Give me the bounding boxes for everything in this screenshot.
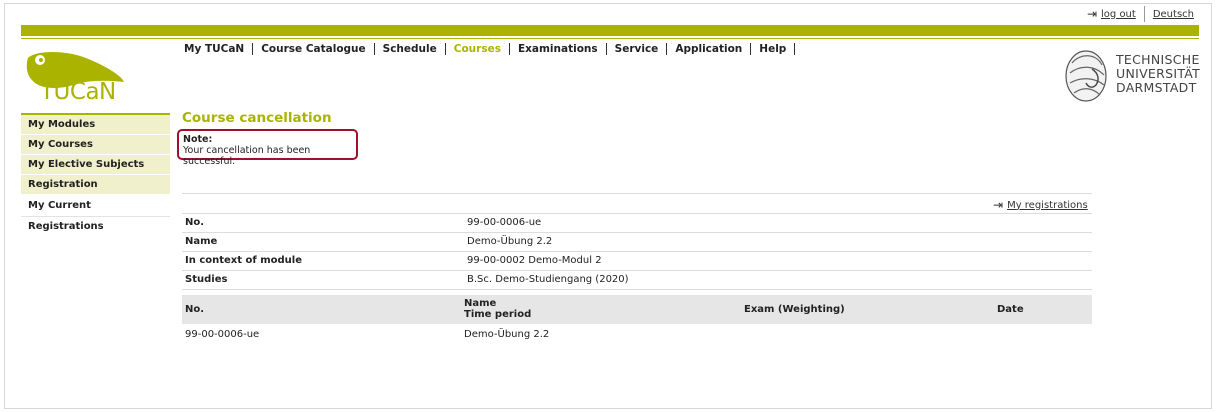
university-logo[interactable]: TECHNISCHE UNIVERSITÄT DARMSTADT (1062, 49, 1202, 103)
top-bar: ⇥ log out Deutsch (1087, 6, 1194, 22)
header-name: Name (464, 298, 497, 309)
nav-divider (508, 43, 510, 55)
nav-examinations[interactable]: Examinations (518, 43, 598, 55)
top-bar-divider (1143, 6, 1145, 22)
nav-divider (252, 43, 254, 55)
my-registrations-link[interactable]: My registrations (1007, 200, 1088, 211)
language-link[interactable]: Deutsch (1153, 9, 1194, 20)
nav-my-tucan[interactable]: My TUCaN (184, 43, 244, 55)
nav-help[interactable]: Help (759, 43, 786, 55)
info-row: In context of module 99-00-0002 Demo-Mod… (182, 251, 1092, 270)
cancellation-note: Note: Your cancellation has been success… (177, 129, 358, 167)
sidebar-item-my-current-registrations[interactable]: My Current Registrations (21, 195, 170, 232)
link-arrow-icon: ⇥ (993, 198, 1004, 212)
note-label: Note: (183, 134, 213, 145)
nav-service[interactable]: Service (615, 43, 659, 55)
logout-link[interactable]: log out (1101, 9, 1136, 20)
nav-divider (794, 43, 796, 55)
row-name: Demo-Übung 2.2 (464, 329, 550, 340)
nav-schedule[interactable]: Schedule (383, 43, 437, 55)
info-key: Name (185, 236, 218, 247)
logout-arrow-icon: ⇥ (1086, 7, 1098, 21)
nav-courses[interactable]: Courses (454, 43, 501, 55)
sidebar-item-my-modules[interactable]: My Modules (21, 115, 170, 135)
header-accent-line (21, 38, 1199, 39)
info-value: 99-00-0006-ue (467, 217, 542, 228)
page-title: Course cancellation (182, 110, 332, 126)
info-row: Studies B.Sc. Demo-Studiengang (2020) (182, 270, 1092, 290)
nav-divider (750, 43, 752, 55)
header-date: Date (997, 304, 1024, 315)
info-row: Name Demo-Übung 2.2 (182, 232, 1092, 251)
sidebar: My Modules My Courses My Elective Subjec… (21, 113, 170, 232)
info-row: No. 99-00-0006-ue (182, 213, 1092, 232)
nav-divider (605, 43, 607, 55)
course-info-table: No. 99-00-0006-ue Name Demo-Übung 2.2 In… (182, 213, 1092, 290)
header-time-period: Time period (464, 309, 532, 320)
sidebar-item-my-elective-subjects[interactable]: My Elective Subjects (21, 155, 170, 175)
content-divider (182, 193, 1092, 194)
table-row: 99-00-0006-ue Demo-Übung 2.2 (182, 327, 1092, 343)
appointments-table-header: No. Name Time period Exam (Weighting) Da… (182, 295, 1092, 324)
info-key: No. (185, 217, 205, 228)
info-value: Demo-Übung 2.2 (467, 236, 553, 247)
note-text: Your cancellation has been successful. (183, 145, 311, 167)
header-no: No. (185, 304, 205, 315)
sidebar-item-my-courses[interactable]: My Courses (21, 135, 170, 155)
nav-application[interactable]: Application (675, 43, 742, 55)
nav-divider (666, 43, 668, 55)
nav-course-catalogue[interactable]: Course Catalogue (261, 43, 365, 55)
tucan-logo-text: TUCaN (40, 79, 116, 105)
tucan-logo[interactable]: TUCaN (26, 50, 136, 105)
info-value: 99-00-0002 Demo-Modul 2 (467, 255, 602, 266)
info-key: Studies (185, 274, 228, 285)
my-registrations: ⇥ My registrations (993, 198, 1088, 212)
info-value: B.Sc. Demo-Studiengang (2020) (467, 274, 629, 285)
university-name: TECHNISCHE UNIVERSITÄT DARMSTADT (1116, 52, 1201, 95)
header-accent-bar (21, 25, 1199, 36)
header-exam: Exam (Weighting) (744, 304, 845, 315)
nav-divider (373, 43, 375, 55)
main-nav: My TUCaN Course Catalogue Schedule Cours… (184, 43, 803, 55)
athena-head-icon (1065, 50, 1107, 102)
info-key: In context of module (185, 255, 302, 266)
row-no: 99-00-0006-ue (185, 329, 260, 340)
nav-divider (444, 43, 446, 55)
sidebar-item-registration[interactable]: Registration (21, 175, 170, 195)
